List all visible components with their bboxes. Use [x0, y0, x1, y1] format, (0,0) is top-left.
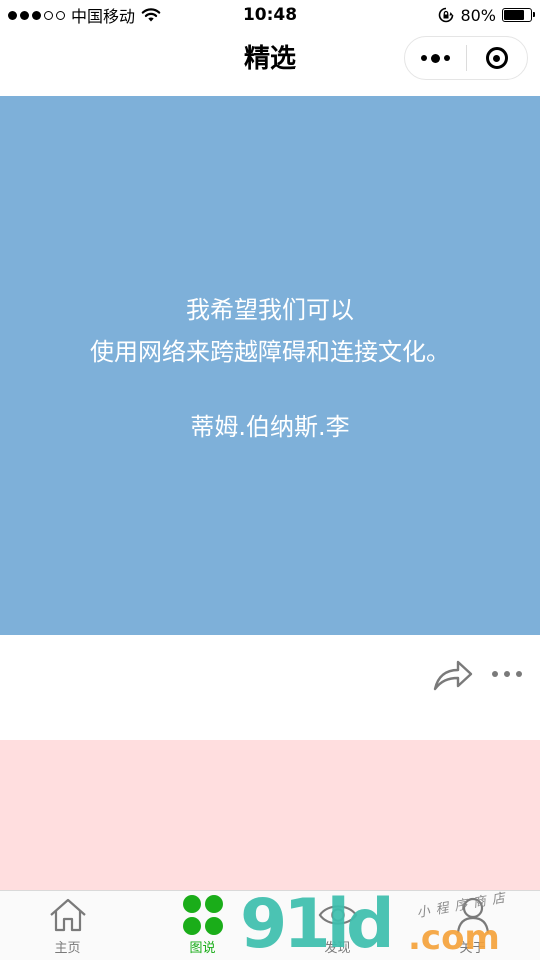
tab-tushuo[interactable]: 图说: [135, 891, 270, 960]
quote-author: 蒂姆.伯纳斯.李: [190, 413, 350, 441]
tab-label-home: 主页: [54, 941, 81, 956]
navigation-bar: 精选: [0, 30, 540, 96]
home-icon: [48, 895, 88, 935]
status-right: 80%: [438, 6, 540, 25]
status-left: 中国移动: [0, 3, 161, 27]
eye-icon: [318, 895, 358, 935]
carrier-name: 中国移动: [71, 7, 136, 26]
quote-line-2: 使用网络来跨越障碍和连接文化。: [90, 338, 450, 366]
share-icon[interactable]: [432, 656, 474, 692]
orientation-lock-icon: [439, 7, 454, 23]
more-icon[interactable]: [492, 671, 522, 677]
tab-label-tushuo: 图说: [189, 941, 216, 956]
grid-icon: [182, 895, 223, 935]
tab-label-discover: 发现: [324, 941, 351, 956]
next-quote-card[interactable]: [0, 740, 540, 890]
status-bar: 中国移动 10:48 80%: [0, 0, 540, 30]
target-icon: [485, 47, 508, 69]
capsule-menu: [404, 36, 528, 80]
battery-fill: [504, 10, 525, 20]
tab-about[interactable]: 关于: [405, 891, 540, 960]
quote-line-1: 我希望我们可以: [186, 296, 354, 324]
tab-discover[interactable]: 发现: [270, 891, 405, 960]
more-button[interactable]: [405, 37, 466, 79]
card-actions: [0, 648, 540, 700]
app-screen: 中国移动 10:48 80% 精选 我希望我们可以 使用网络来跨越障碍和连接文化…: [0, 0, 540, 960]
signal-dots-icon: [8, 10, 65, 20]
tab-label-about: 关于: [459, 941, 486, 956]
battery-percent: 80%: [460, 5, 496, 25]
more-dots-icon: [420, 53, 450, 63]
wifi-icon: [141, 8, 161, 22]
quote-card[interactable]: 我希望我们可以 使用网络来跨越障碍和连接文化。 蒂姆.伯纳斯.李: [0, 96, 540, 635]
user-icon: [453, 895, 493, 935]
tab-home[interactable]: 主页: [0, 891, 135, 960]
quote-text: 我希望我们可以 使用网络来跨越障碍和连接文化。: [90, 289, 450, 373]
tab-bar: 主页 图说 发现 关于: [0, 890, 540, 960]
close-miniprogram-button[interactable]: [467, 37, 528, 79]
battery-icon: [502, 8, 535, 22]
